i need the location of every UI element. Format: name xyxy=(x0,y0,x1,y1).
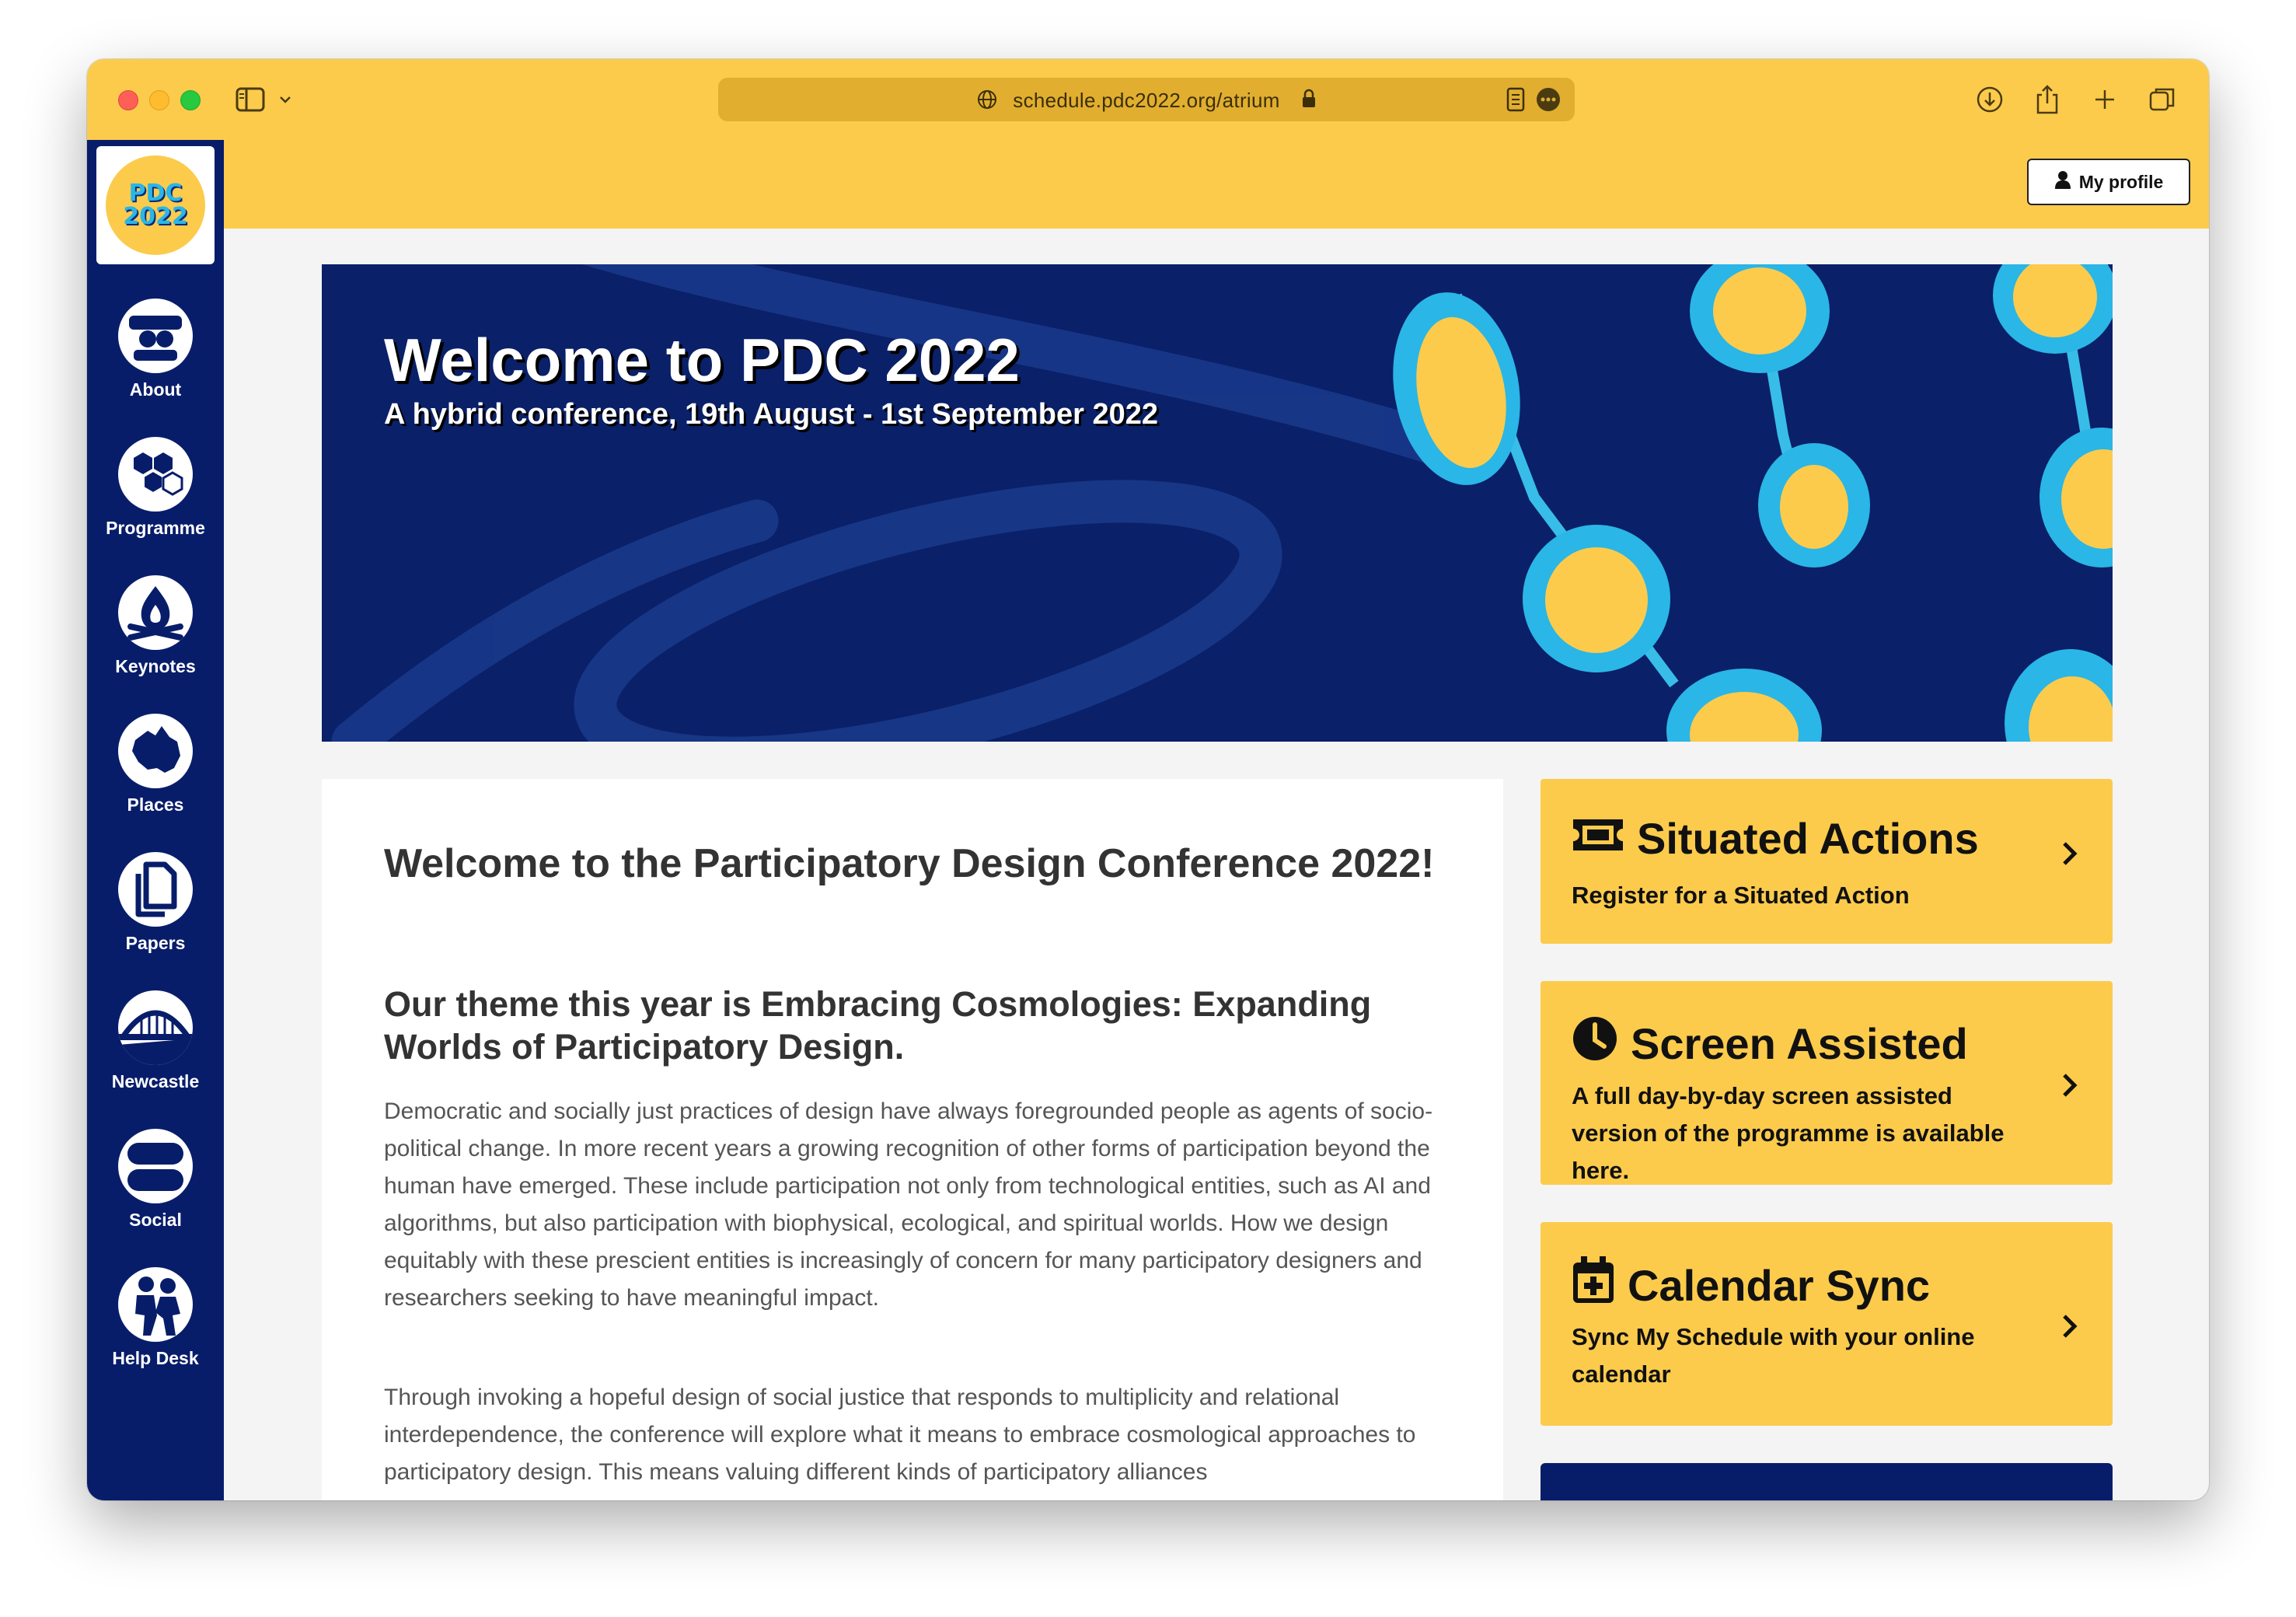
sidebar-item-papers[interactable]: Papers xyxy=(87,852,224,984)
welcome-heading: Welcome to the Participatory Design Conf… xyxy=(384,841,1435,886)
sidebar: PDC 2022 About Programme Keynotes Places… xyxy=(87,140,224,1500)
ticket-icon xyxy=(1572,813,1624,864)
programme-icon xyxy=(118,437,193,512)
browser-window: schedule.pdc2022.org/atrium PDC 2022 Abo… xyxy=(87,59,2209,1500)
situated-actions-description: Register for a Situated Action xyxy=(1572,882,1910,909)
sidebar-item-places[interactable]: Places xyxy=(87,714,224,846)
sidebar-item-newcastle[interactable]: Newcastle xyxy=(87,990,224,1123)
papers-icon xyxy=(118,852,193,927)
welcome-card: Welcome to the Participatory Design Conf… xyxy=(322,779,1503,1500)
theme-heading: Our theme this year is Embracing Cosmolo… xyxy=(384,984,1372,1067)
second-paragraph: Through invoking a hopeful design of soc… xyxy=(384,1385,1416,1485)
my-profile-button[interactable]: My profile xyxy=(2027,159,2190,205)
my-profile-label: My profile xyxy=(2078,171,2164,192)
places-icon xyxy=(118,714,193,788)
situated-actions-card[interactable]: Situated Actions Register for a Situated… xyxy=(1541,779,2113,944)
help-desk-icon xyxy=(118,1267,193,1342)
sidebar-item-label: Newcastle xyxy=(111,1071,200,1091)
share-icon[interactable] xyxy=(2030,82,2064,117)
zoom-window-button[interactable] xyxy=(180,90,201,110)
sidebar-item-label: Programme xyxy=(106,518,205,538)
pdc-logo[interactable]: PDC 2022 xyxy=(96,146,215,264)
clock-icon xyxy=(1572,1015,1618,1072)
sidebar-item-label: About xyxy=(129,379,182,400)
hero-banner: Welcome to PDC 2022 A hybrid conference,… xyxy=(322,264,2113,742)
download-icon[interactable] xyxy=(1973,82,2007,117)
calendar-sync-title: Calendar Sync xyxy=(1628,1261,1931,1310)
social-icon xyxy=(118,1129,193,1203)
more-options-icon[interactable] xyxy=(1536,87,1561,116)
sidebar-item-label: Keynotes xyxy=(115,656,196,676)
situated-actions-title: Situated Actions xyxy=(1637,814,1979,863)
calendar-plus-icon xyxy=(1572,1256,1615,1315)
sidebar-toggle-icon[interactable] xyxy=(233,82,267,117)
chevron-right-icon xyxy=(2061,1309,2078,1348)
browser-titlebar: schedule.pdc2022.org/atrium xyxy=(87,59,2209,140)
sidebar-item-about[interactable]: About xyxy=(87,299,224,431)
url-text: schedule.pdc2022.org/atrium xyxy=(1013,89,1280,112)
chevron-right-icon xyxy=(2061,1068,2078,1107)
address-bar[interactable]: schedule.pdc2022.org/atrium xyxy=(718,78,1575,121)
calendar-sync-card[interactable]: Calendar Sync Sync My Schedule with your… xyxy=(1541,1222,2113,1426)
chevron-right-icon xyxy=(2061,836,2078,875)
sidebar-item-label: Places xyxy=(127,795,184,815)
logo-text-line1: PDC xyxy=(128,180,183,207)
intro-paragraph: Democratic and socially just practices o… xyxy=(384,1098,1433,1311)
screen-assisted-title: Screen Assisted xyxy=(1631,1019,1968,1068)
sidebar-item-label: Social xyxy=(129,1210,182,1230)
navy-card-partial[interactable] xyxy=(1541,1463,2113,1500)
user-icon xyxy=(2054,170,2071,194)
logo-text-line2: 2022 xyxy=(123,203,188,230)
sidebar-item-keynotes[interactable]: Keynotes xyxy=(87,575,224,707)
close-window-button[interactable] xyxy=(118,90,138,110)
lock-icon xyxy=(1301,89,1317,113)
sidebar-item-label: Papers xyxy=(125,933,186,953)
tab-overview-icon[interactable] xyxy=(2145,82,2179,117)
reader-icon[interactable] xyxy=(1506,87,1525,116)
minimize-window-button[interactable] xyxy=(149,90,169,110)
content-header xyxy=(224,140,2209,229)
banner-title: Welcome to PDC 2022 xyxy=(384,326,1020,394)
about-icon xyxy=(118,299,193,373)
new-tab-icon[interactable] xyxy=(2088,82,2122,117)
screen-assisted-card[interactable]: Screen Assisted A full day-by-day screen… xyxy=(1541,981,2113,1185)
chevron-down-icon[interactable] xyxy=(274,82,297,117)
sidebar-item-help-desk[interactable]: Help Desk xyxy=(87,1267,224,1399)
newcastle-icon xyxy=(118,990,193,1065)
keynotes-icon xyxy=(118,575,193,650)
sidebar-item-label: Help Desk xyxy=(112,1348,199,1368)
screen-assisted-description: A full day-by-day screen assisted versio… xyxy=(1572,1082,2005,1184)
sidebar-item-programme[interactable]: Programme xyxy=(87,437,224,569)
calendar-sync-description: Sync My Schedule with your online calend… xyxy=(1572,1323,1975,1388)
sidebar-item-social[interactable]: Social xyxy=(87,1129,224,1261)
banner-subtitle: A hybrid conference, 19th August - 1st S… xyxy=(384,398,1159,431)
